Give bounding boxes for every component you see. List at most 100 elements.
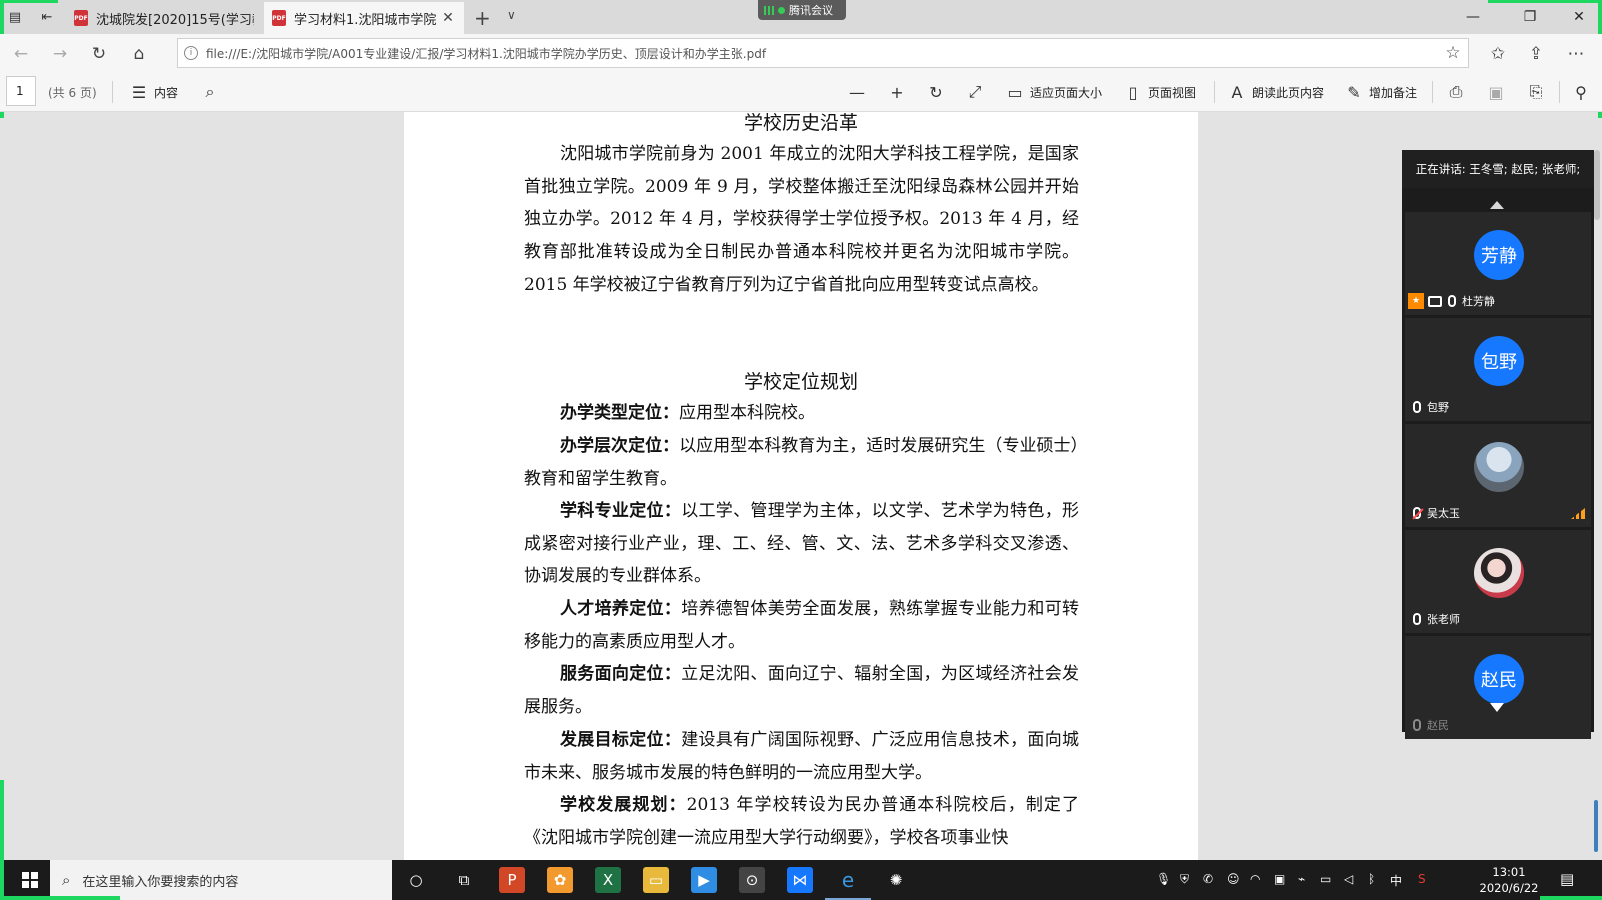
save-as-icon: ⎘: [1529, 82, 1543, 101]
scroll-up-icon[interactable]: [1490, 201, 1504, 209]
tab-pdf-1[interactable]: PDF 沈城院发[2020]15号(学习教: [66, 2, 262, 34]
scrollbar-thumb[interactable]: [1594, 150, 1600, 220]
favorite-star-icon[interactable]: ☆: [1438, 43, 1468, 63]
taskbar-clock[interactable]: 13:01 2020/6/22: [1474, 864, 1544, 896]
input-method-indicator[interactable]: 中: [1390, 872, 1402, 889]
read-aloud-icon: A: [1231, 82, 1243, 102]
forward-icon[interactable]: →: [49, 43, 71, 65]
print-button[interactable]: ⎙: [1447, 72, 1465, 112]
read-aloud-button[interactable]: A 朗读此页内容: [1228, 72, 1325, 112]
find-button[interactable]: ⌕: [201, 72, 219, 112]
share-border: [1540, 896, 1602, 900]
notifications-icon[interactable]: ▤: [1560, 870, 1574, 888]
positioning-item: 服务面向定位：立足沈阳、面向辽宁、辐射全国，为区域经济社会发展服务。: [524, 664, 1080, 717]
save-as-button[interactable]: ⎘: [1527, 72, 1545, 112]
participant-name: 张老师: [1427, 613, 1460, 626]
more-icon[interactable]: ⋯: [1565, 43, 1587, 65]
participant-name: 吴太玉: [1427, 507, 1460, 520]
address-bar[interactable]: i file:///E:/沈阳城市学院/A001专业建设/汇报/学习材料1.沈阳…: [177, 38, 1469, 68]
qq-icon[interactable]: ☺: [1227, 872, 1240, 886]
set-aside-tabs-icon[interactable]: ⇤: [38, 8, 56, 26]
participant-tile[interactable]: 芳静 ★ 杜芳静: [1405, 212, 1591, 315]
avatar: 包野: [1474, 336, 1524, 386]
participant-tile[interactable]: 包野 包野: [1405, 318, 1591, 421]
save-button[interactable]: ▣: [1487, 72, 1505, 112]
volume-icon[interactable]: ◁: [1344, 872, 1353, 886]
bluetooth-icon[interactable]: ᛒ: [1368, 872, 1375, 886]
start-button[interactable]: [8, 866, 52, 894]
nvidia-icon[interactable]: ▣: [1274, 872, 1285, 886]
history-paragraph: 沈阳城市学院前身为 2001 年成立的沈阳大学科技工程学院，是国家首批独立学院。…: [524, 144, 1079, 295]
scroll-down-icon[interactable]: [1490, 703, 1504, 712]
participant-tile[interactable]: 张老师: [1405, 530, 1591, 633]
page-number-input[interactable]: 1: [6, 76, 36, 106]
pin-toolbar-button[interactable]: ⚲: [1572, 72, 1590, 112]
participant-tile[interactable]: 吴太玉: [1405, 424, 1591, 527]
shield-icon[interactable]: ⛨: [1180, 872, 1189, 887]
tencent-meeting-icon[interactable]: ⋈: [787, 867, 813, 893]
participant-name: 包野: [1427, 401, 1449, 414]
positioning-item: 发展目标定位：建设具有广阔国际视野、广泛应用信息技术，面向城市未来、服务城市发展…: [524, 730, 1080, 783]
share-icon[interactable]: ⇪: [1525, 43, 1547, 65]
print-icon: ⎙: [1449, 82, 1463, 101]
search-icon: ⌕: [62, 871, 71, 889]
avatar: 赵民: [1474, 654, 1524, 704]
media-player-icon[interactable]: ▶: [691, 867, 717, 893]
section-heading-history: 学校历史沿革: [743, 112, 858, 134]
cortana-icon[interactable]: ○: [403, 867, 429, 893]
new-tab-icon[interactable]: +: [474, 6, 491, 30]
restore-button[interactable]: ❐: [1507, 4, 1553, 30]
meeting-indicator[interactable]: 腾讯会议: [758, 0, 846, 20]
expand-icon: ⤢: [968, 82, 982, 101]
tab-actions-icon[interactable]: ▤: [6, 8, 24, 26]
fullscreen-button[interactable]: ⤢: [966, 72, 984, 112]
address-row: ← → ↻ ⌂ i file:///E:/沈阳城市学院/A001专业建设/汇报/…: [0, 34, 1602, 72]
scroll-indicator[interactable]: [1594, 800, 1598, 852]
wechat-icon[interactable]: ✆: [1203, 872, 1213, 886]
close-tab-icon[interactable]: ✕: [440, 10, 456, 26]
chevron-down-icon[interactable]: ∨: [507, 8, 516, 22]
edge-icon[interactable]: e: [825, 867, 871, 900]
powerpoint-icon[interactable]: P: [499, 867, 525, 893]
usb-icon[interactable]: ⌁: [1298, 872, 1305, 886]
task-view-icon[interactable]: ⧉: [451, 867, 477, 893]
read-aloud-label: 朗读此页内容: [1252, 85, 1325, 100]
fit-page-button[interactable]: ▭ 适应页面大小: [1006, 72, 1102, 112]
save-icon: ▣: [1488, 82, 1504, 102]
status-dot-icon: [778, 6, 785, 14]
add-note-label: 增加备注: [1369, 85, 1418, 100]
zoom-out-button[interactable]: —: [848, 72, 866, 112]
microphone-icon: [1413, 613, 1421, 625]
refresh-icon[interactable]: ↻: [88, 43, 110, 65]
color-palette-icon[interactable]: ✺: [883, 867, 909, 893]
battery-icon[interactable]: ▭: [1320, 872, 1331, 886]
participant-tile[interactable]: 赵民 赵民: [1405, 636, 1591, 739]
rotate-icon: ↻: [929, 82, 943, 102]
info-icon[interactable]: i: [184, 46, 198, 60]
wifi-icon[interactable]: ◠: [1250, 872, 1260, 886]
tab-pdf-2[interactable]: PDF 学习材料1.沈阳城市学院 ✕: [264, 2, 464, 34]
rotate-button[interactable]: ↻: [927, 72, 945, 112]
app-icon[interactable]: ⊙: [739, 867, 765, 893]
taskbar-search[interactable]: ⌕ 在这里输入你要搜索的内容: [50, 860, 392, 900]
pdf-icon: PDF: [74, 10, 88, 26]
sogou-ime-icon[interactable]: S: [1418, 872, 1426, 886]
back-icon[interactable]: ←: [10, 43, 32, 65]
file-explorer-icon[interactable]: ▭: [643, 867, 669, 893]
page-view-label: 页面视图: [1148, 85, 1197, 100]
windows-logo-icon: [22, 872, 38, 888]
add-note-button[interactable]: ✎ 增加备注: [1345, 72, 1417, 112]
page-view-button[interactable]: ▯ 页面视图: [1124, 72, 1196, 112]
minimize-button[interactable]: —: [1450, 4, 1496, 30]
share-border: [0, 896, 120, 900]
favorites-icon[interactable]: ✩: [1487, 43, 1509, 65]
zoom-in-button[interactable]: +: [888, 72, 906, 112]
minus-icon: —: [849, 82, 865, 102]
excel-icon[interactable]: X: [595, 867, 621, 893]
close-window-button[interactable]: ✕: [1556, 4, 1602, 30]
microphone-tray-icon[interactable]: 🎙: [1156, 872, 1171, 886]
home-icon[interactable]: ⌂: [128, 43, 150, 65]
contents-button[interactable]: ☰ 内容: [130, 72, 178, 112]
paint-icon[interactable]: ✿: [547, 867, 573, 893]
signal-strength-icon: [1571, 508, 1585, 519]
